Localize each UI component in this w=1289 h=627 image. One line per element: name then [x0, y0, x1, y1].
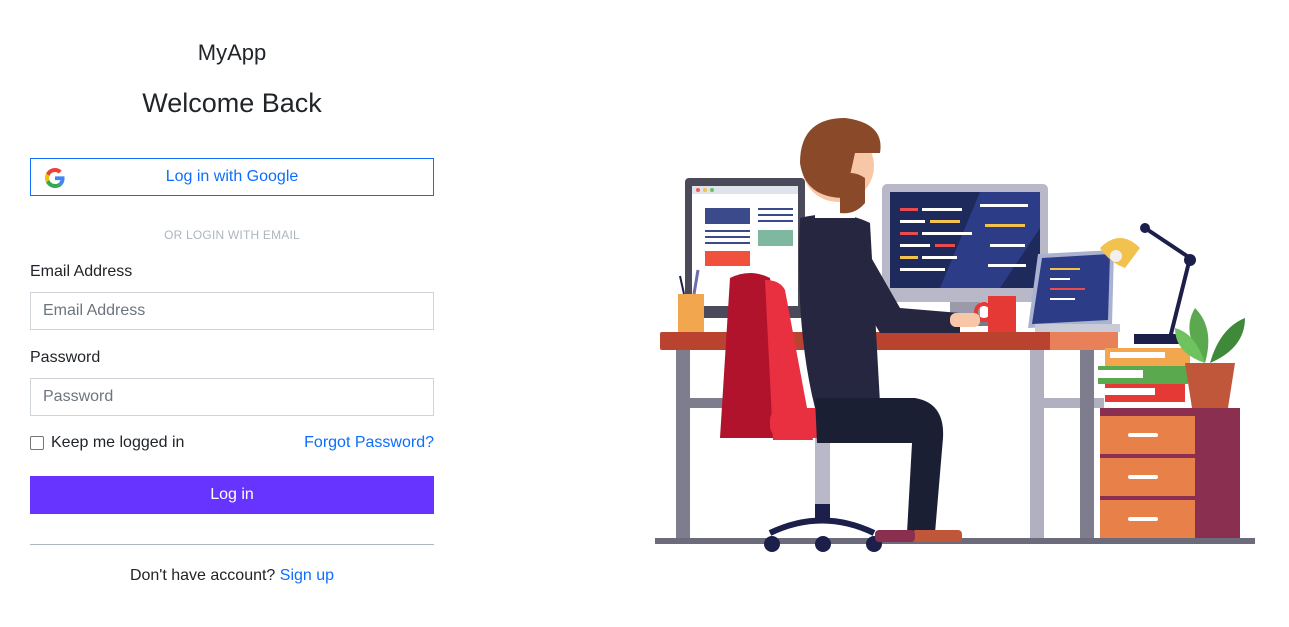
signup-link[interactable]: Sign up: [280, 567, 334, 584]
remember-me[interactable]: Keep me logged in: [30, 434, 184, 452]
email-label: Email Address: [30, 263, 133, 280]
laptop: [1028, 250, 1120, 332]
password-label: Password: [30, 349, 101, 366]
divider-text: OR LOGIN WITH EMAIL: [164, 228, 300, 242]
google-icon: [45, 168, 65, 188]
app-name: MyApp: [197, 40, 267, 65]
password-field[interactable]: [31, 379, 433, 415]
google-login-button[interactable]: Log in with Google: [30, 158, 434, 196]
front-monitor: [882, 184, 1048, 326]
book-stack: [1098, 348, 1190, 402]
forgot-password-link[interactable]: Forgot Password?: [304, 434, 434, 452]
signup-prompt: Don't have account?: [129, 567, 276, 584]
email-field-wrapper: [30, 292, 434, 330]
google-login-label: Log in with Google: [165, 168, 299, 185]
remember-checkbox[interactable]: [30, 436, 44, 450]
remember-label: Keep me logged in: [51, 434, 185, 451]
login-button[interactable]: Log in: [30, 476, 434, 514]
page-title: Welcome Back: [142, 88, 322, 118]
signup-row: Don't have account? Sign up: [30, 567, 434, 585]
drawer-cabinet: [1100, 408, 1240, 538]
email-field[interactable]: [31, 293, 433, 329]
password-field-wrapper: [30, 378, 434, 416]
divider-line: [30, 544, 434, 545]
developer-illustration: [655, 118, 1255, 552]
